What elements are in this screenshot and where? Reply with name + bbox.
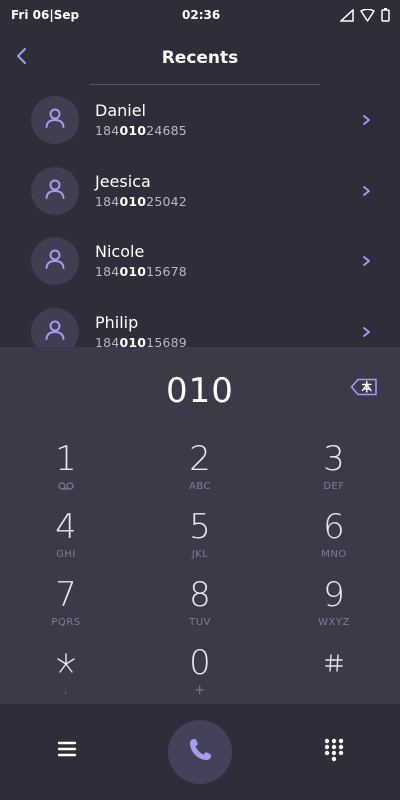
person-icon	[43, 177, 67, 205]
key-digit	[323, 643, 345, 683]
key-digit: 9	[323, 575, 345, 615]
chevron-right-icon[interactable]	[360, 183, 372, 199]
key-letters: ABC	[188, 481, 211, 492]
phone-icon	[185, 735, 215, 769]
key-5[interactable]: 5 JKL	[150, 507, 250, 573]
battery-icon	[381, 8, 390, 22]
key-digit: 3	[323, 439, 345, 479]
key-8[interactable]: 8 TUV	[150, 575, 250, 641]
chevron-right-icon[interactable]	[360, 324, 372, 340]
bottom-bar	[0, 704, 400, 800]
key-letters: GHI	[56, 549, 76, 560]
key-digit: 7	[55, 575, 77, 615]
contact-name: Daniel	[95, 101, 146, 121]
dial-panel: 010 1 2 ABC 3 DEF 4 GHI 5 JKL 6 MNO 7 PQ…	[0, 347, 400, 704]
key-6[interactable]: 6 MNO	[284, 507, 384, 573]
contact-row-daniel[interactable]: Daniel 18401024685	[0, 85, 400, 156]
key-4[interactable]: 4 GHI	[16, 507, 116, 573]
contact-name: Nicole	[95, 242, 145, 262]
key-9[interactable]: 9 WXYZ	[284, 575, 384, 641]
contact-row-jeesica[interactable]: Jeesica 18401025042	[0, 156, 400, 227]
app-header: Recents	[0, 36, 400, 80]
key-7[interactable]: 7 PQRS	[16, 575, 116, 641]
key-0[interactable]: 0 +	[150, 643, 250, 709]
dialpad-icon	[323, 738, 345, 766]
key-digit: 8	[189, 575, 211, 615]
recents-list: Daniel 18401024685 Jeesica 18401025042 N…	[0, 85, 400, 347]
contact-name: Jeesica	[95, 171, 151, 191]
key-digit: 6	[323, 507, 345, 547]
key-hash[interactable]	[284, 643, 384, 709]
person-icon	[43, 247, 67, 275]
delete-button[interactable]	[350, 378, 378, 400]
key-digit	[55, 643, 77, 683]
page-title: Recents	[161, 48, 239, 68]
key-letters: PQRS	[51, 617, 81, 628]
contact-number: 18401024685	[95, 123, 187, 139]
menu-icon	[57, 740, 77, 762]
contact-number: 18401025042	[95, 193, 187, 209]
contact-number: 18401015689	[95, 334, 187, 347]
contact-row-nicole[interactable]: Nicole 18401015678	[0, 226, 400, 297]
key-letters: DEF	[323, 481, 345, 492]
key-digit: 1	[55, 439, 77, 479]
back-button[interactable]	[10, 44, 32, 72]
avatar	[31, 237, 79, 286]
key-letters: ,	[64, 685, 68, 696]
signal-icon	[340, 8, 354, 22]
voicemail-icon	[58, 482, 74, 494]
dialed-number-display[interactable]: 010	[0, 371, 400, 411]
key-letters: MNO	[321, 549, 347, 560]
status-icons	[340, 8, 390, 22]
menu-button[interactable]	[56, 740, 78, 762]
key-digit: 2	[189, 439, 211, 479]
key-star[interactable]: ,	[16, 643, 116, 709]
keypad: 1 2 ABC 3 DEF 4 GHI 5 JKL 6 MNO 7 PQRS 8…	[0, 439, 400, 704]
key-2[interactable]: 2 ABC	[150, 439, 250, 505]
call-button[interactable]	[168, 720, 232, 784]
status-time: 02:36	[182, 8, 221, 22]
status-bar: Fri 06|Sep 02:36	[0, 0, 400, 30]
key-letters: JKL	[191, 549, 209, 560]
contact-text: Nicole 18401015678	[95, 242, 187, 280]
key-digit: 4	[55, 507, 77, 547]
status-date: Fri 06|Sep	[11, 8, 80, 22]
contact-row-philip[interactable]: Philip 18401015689	[0, 297, 400, 347]
avatar	[31, 307, 79, 347]
chevron-right-icon[interactable]	[360, 253, 372, 269]
keypad-toggle-button[interactable]	[322, 738, 346, 766]
avatar	[31, 96, 79, 145]
contact-number: 18401015678	[95, 264, 187, 280]
avatar	[31, 166, 79, 215]
contact-name: Philip	[95, 312, 139, 332]
key-digit: 5	[189, 507, 211, 547]
contact-text: Daniel 18401024685	[95, 101, 187, 139]
person-icon	[43, 106, 67, 134]
chevron-right-icon[interactable]	[360, 112, 372, 128]
chevron-left-icon	[15, 47, 27, 69]
key-3[interactable]: 3 DEF	[284, 439, 384, 505]
backspace-icon	[350, 378, 378, 400]
key-digit: 0	[189, 643, 211, 683]
key-letters: WXYZ	[318, 617, 350, 628]
key-1[interactable]: 1	[16, 439, 116, 505]
person-icon	[43, 318, 67, 346]
contact-text: Philip 18401015689	[95, 313, 187, 347]
key-letters: TUV	[189, 617, 211, 628]
wifi-icon	[360, 8, 375, 22]
key-letters: +	[194, 683, 206, 698]
contact-text: Jeesica 18401025042	[95, 172, 187, 210]
